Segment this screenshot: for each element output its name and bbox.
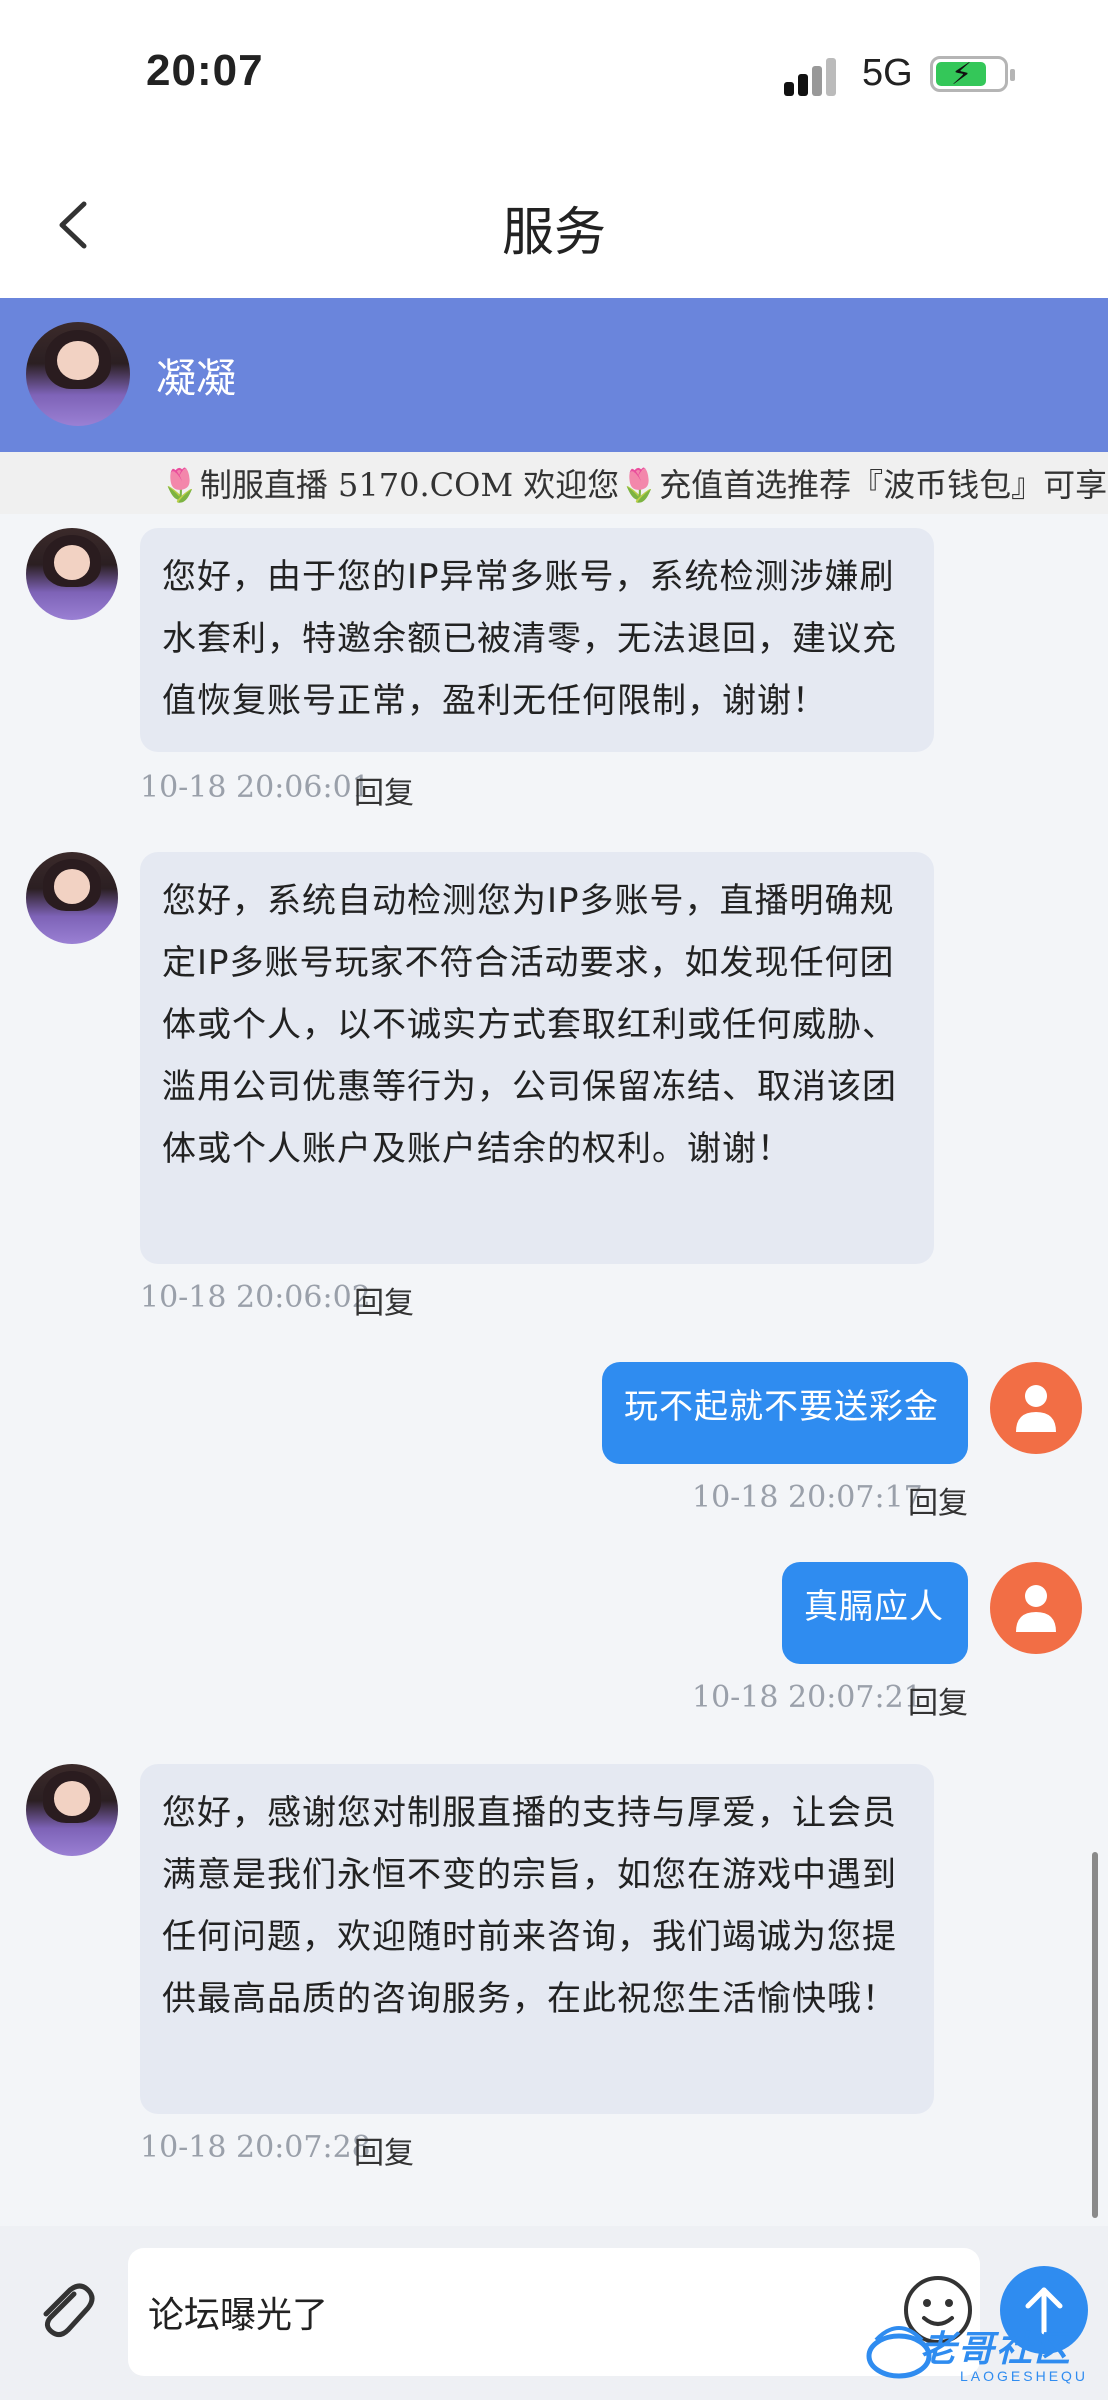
nav-header: 服务 [0,150,1108,298]
message-time: 10-18 20:06:01 [140,770,371,805]
agent-message: 您好，系统自动检测您为IP多账号，直播明确规定IP多账号玩家不符合活动要求，如发… [140,852,934,1264]
person-icon [1016,1585,1056,1632]
page-title: 服务 [501,203,606,263]
reply-button[interactable]: 回复 [354,768,414,812]
agent-message: 您好，由于您的IP异常多账号，系统检测涉嫌刷水套利，特邀余额已被清零，无法退回，… [140,528,934,752]
reply-button[interactable]: 回复 [908,1678,968,1722]
message-input[interactable] [128,2248,980,2376]
reply-button[interactable]: 回复 [354,1278,414,1322]
agent-avatar [26,852,118,944]
message-text: 您好，由于您的IP异常多账号，系统检测涉嫌刷水套利，特邀余额已被清零，无法退回，… [162,557,897,721]
status-time: 20:07 [146,46,264,95]
my-message: 真膈应人 [782,1562,968,1664]
scrollbar[interactable] [1092,1852,1098,2218]
message-text: 玩不起就不要送彩金 [624,1387,939,1427]
reply-button[interactable]: 回复 [354,2128,414,2172]
user-avatar [990,1362,1082,1454]
input-bar: 老哥社区 LAOGESHEQU [0,2226,1108,2400]
agent-avatar [26,322,130,426]
paperclip-icon [43,2283,95,2338]
message-time: 10-18 20:07:28 [140,2130,371,2165]
message-text: 您好，感谢您对制服直播的支持与厚爱，让会员满意是我们永恒不变的宗旨，如您在游戏中… [162,1793,897,2019]
agent-message: 您好，感谢您对制服直播的支持与厚爱，让会员满意是我们永恒不变的宗旨，如您在游戏中… [140,1764,934,2114]
watermark: 老哥社区 LAOGESHEQU [864,2314,1104,2394]
watermark-subtext: LAOGESHEQU [960,2368,1089,2384]
agent-banner: 凝凝 [0,298,1108,452]
person-icon [1016,1385,1056,1432]
marquee-text: 🌷制服直播 5170.COM 欢迎您🌷充值首选推荐『波币钱包』可享 [160,466,1108,504]
user-avatar [990,1562,1082,1654]
network-label: 5G [862,52,913,94]
message-text: 您好，系统自动检测您为IP多账号，直播明确规定IP多账号玩家不符合活动要求，如发… [162,881,897,1169]
my-message: 玩不起就不要送彩金 [602,1362,968,1464]
message-text: 真膈应人 [804,1587,944,1627]
watermark-text: 老哥社区 [920,2329,1073,2370]
message-time: 10-18 20:07:17 [692,1480,923,1515]
signal-icon [784,56,846,96]
agent-avatar [26,528,118,620]
battery-icon: ⚡ [930,56,1015,92]
status-bar: 20:07 5G ⚡ [0,0,1108,150]
message-time: 10-18 20:06:02 [140,1280,371,1315]
reply-button[interactable]: 回复 [908,1478,968,1522]
attach-button[interactable] [28,2274,100,2346]
announcement-marquee: 🌷制服直播 5170.COM 欢迎您🌷充值首选推荐『波币钱包』可享 [0,452,1108,514]
agent-avatar [26,1764,118,1856]
agent-name: 凝凝 [156,356,236,402]
message-time: 10-18 20:07:21 [692,1680,923,1715]
